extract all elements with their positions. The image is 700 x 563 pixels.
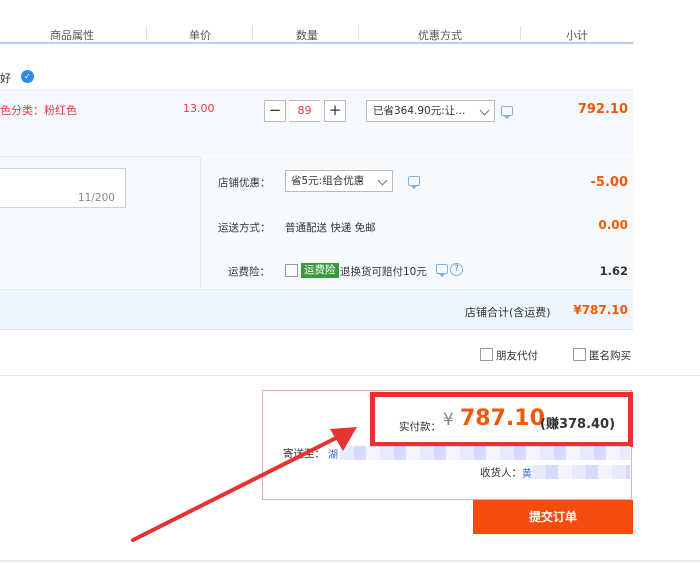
shipping-value: 普通配送 快递 免邮 xyxy=(285,222,376,234)
highlight-box xyxy=(370,392,633,447)
item-subtotal: 792.10 xyxy=(577,102,628,117)
qty-input[interactable]: 89 xyxy=(289,100,320,122)
shop-discount-value: 省5元:组合优惠 xyxy=(291,175,365,187)
table-header: 商品属性 单价 数量 优惠方式 小计 xyxy=(0,22,633,44)
shop-name[interactable]: 好 xyxy=(0,70,11,86)
col-props: 商品属性 xyxy=(50,29,94,42)
shop-total-label: 店铺合计(含运费) xyxy=(465,306,551,319)
anonymous-checkbox[interactable] xyxy=(573,348,586,361)
receiver-value: 黄 xyxy=(522,469,532,480)
shipping-label: 运送方式： xyxy=(218,222,271,234)
item-price: 13.00 xyxy=(183,102,215,115)
divider xyxy=(146,26,147,40)
shop-discount-amount: -5.00 xyxy=(590,175,628,190)
anonymous-label: 匿名购买 xyxy=(589,350,631,362)
divider xyxy=(0,560,700,562)
address-blur xyxy=(340,446,630,460)
chat-icon[interactable] xyxy=(436,264,448,277)
shop-discount-select[interactable]: 省5元:组合优惠 xyxy=(285,170,393,192)
discount-select[interactable]: 已省364.90元:让... xyxy=(366,100,495,122)
col-subtotal: 小计 xyxy=(566,29,588,42)
address-value: 湖 xyxy=(328,450,338,461)
divider xyxy=(0,375,700,376)
divider xyxy=(252,26,253,40)
insurance-text: 退换货可赔付10元 xyxy=(340,266,427,278)
insurance-label: 运费险： xyxy=(228,266,270,278)
shop-badge-icon: ✓ xyxy=(21,70,34,83)
qty-plus-button[interactable]: + xyxy=(324,100,346,122)
col-discount: 优惠方式 xyxy=(418,29,462,42)
shop-discount-label: 店铺优惠： xyxy=(218,177,271,189)
col-price: 单价 xyxy=(189,29,211,42)
insurance-checkbox[interactable] xyxy=(285,264,298,277)
discount-value: 已省364.90元:让... xyxy=(373,105,466,117)
submit-order-button[interactable]: 提交订单 xyxy=(473,500,633,534)
receiver-label: 收货人： xyxy=(480,467,522,479)
receiver-blur xyxy=(532,465,630,479)
divider xyxy=(358,26,359,40)
friend-pay-label: 朋友代付 xyxy=(496,350,538,362)
help-icon[interactable]: ? xyxy=(450,263,463,276)
item-props: 色分类：粉红色 xyxy=(0,104,77,117)
insurance-amount: 1.62 xyxy=(599,264,628,278)
insurance-tag: 运费险 xyxy=(301,263,339,278)
memo-count: 11/200 xyxy=(78,192,115,204)
chat-icon[interactable] xyxy=(408,176,420,189)
col-qty: 数量 xyxy=(296,29,318,42)
chat-icon[interactable] xyxy=(501,106,513,119)
divider xyxy=(520,26,521,40)
chevron-down-icon xyxy=(479,105,490,116)
friend-pay-checkbox[interactable] xyxy=(480,348,493,361)
address-label: 寄送至： xyxy=(283,448,325,460)
shipping-amount: 0.00 xyxy=(598,218,628,232)
chevron-down-icon xyxy=(377,175,388,186)
qty-minus-button[interactable]: − xyxy=(264,100,286,122)
shop-total-value: ¥787.10 xyxy=(573,303,628,317)
